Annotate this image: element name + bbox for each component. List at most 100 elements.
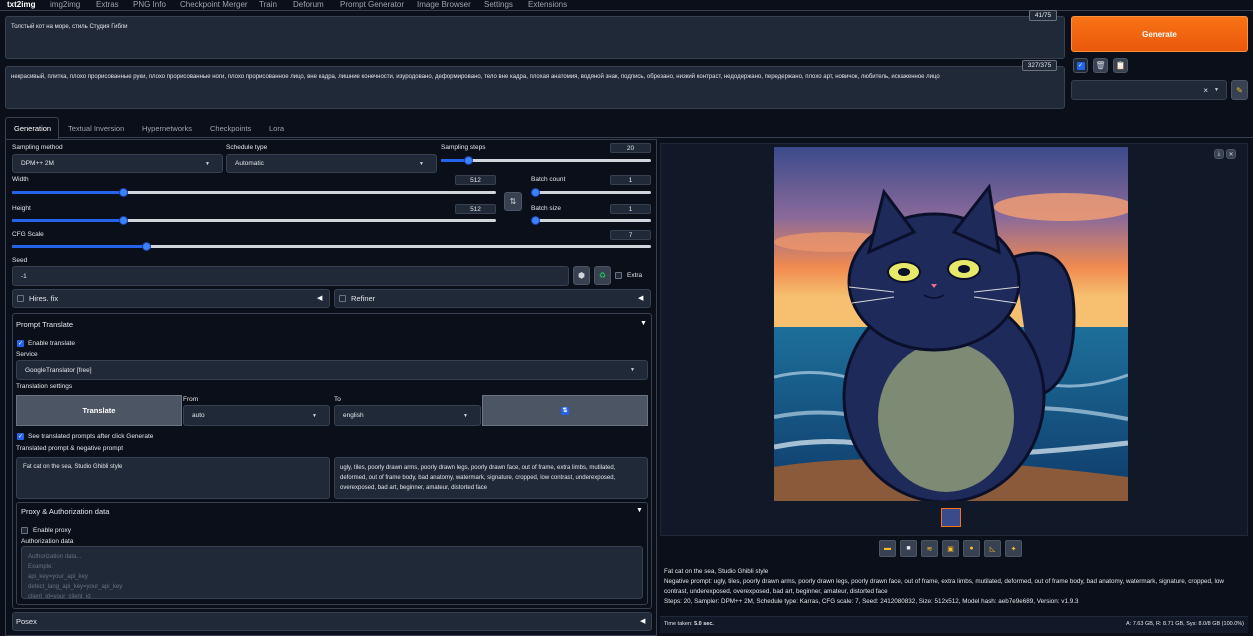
from-language-select[interactable]: auto ▼: [183, 405, 330, 426]
tab-image-browser[interactable]: Image Browser: [417, 0, 471, 9]
folder-icon: ▬: [884, 545, 891, 552]
tab-txt2img[interactable]: txt2img: [7, 0, 35, 9]
send-to-img2img-button[interactable]: ▣: [942, 540, 959, 557]
translated-negative-textarea[interactable]: ugly, tiles, poorly drawn arms, poorly d…: [334, 457, 648, 499]
hires-fix-accordion[interactable]: [12, 289, 330, 308]
enable-translate-label: Enable translate: [28, 340, 75, 347]
slider-handle[interactable]: [464, 156, 473, 165]
download-button[interactable]: ⤓: [1214, 149, 1224, 159]
translate-button[interactable]: Translate: [16, 395, 182, 426]
service-select[interactable]: GoogleTranslator [free] ▼: [16, 360, 648, 380]
swap-dimensions-button[interactable]: ⇅: [504, 192, 522, 211]
translated-prompt-textarea[interactable]: Fat cat on the sea, Studio Ghibli style: [16, 457, 330, 499]
tab-lora[interactable]: Lora: [269, 124, 284, 133]
proxy-title[interactable]: Proxy & Authorization data: [21, 507, 109, 516]
send-to-inpaint-button[interactable]: ●: [963, 540, 980, 557]
cfg-scale-input[interactable]: 7: [610, 230, 651, 240]
cfg-scale-slider[interactable]: [12, 242, 651, 251]
authorization-data-textarea[interactable]: Authorization data... Example: api_key=y…: [21, 546, 643, 599]
read-params-button[interactable]: ✓: [1073, 58, 1088, 73]
tab-extensions[interactable]: Extensions: [528, 0, 567, 9]
see-translated-label: See translated prompts after click Gener…: [28, 433, 154, 440]
clipboard-button[interactable]: 📋: [1113, 58, 1128, 73]
edit-styles-button[interactable]: ✎: [1231, 80, 1248, 100]
enable-proxy-checkbox[interactable]: [21, 527, 28, 534]
slider-handle[interactable]: [531, 188, 540, 197]
enable-translate-checkbox[interactable]: ✓: [17, 340, 24, 347]
zip-icon: ≋: [926, 545, 933, 553]
random-seed-button[interactable]: ⬢: [573, 266, 590, 285]
save-button[interactable]: ■: [900, 540, 917, 557]
sampling-method-label: Sampling method: [12, 144, 63, 151]
tab-train[interactable]: Train: [259, 0, 277, 9]
gallery-thumbnail[interactable]: [941, 508, 961, 527]
send-to-extras-button[interactable]: ◺: [984, 540, 1001, 557]
trash-icon: 🗑: [1095, 61, 1106, 70]
negative-prompt-textarea[interactable]: некрасивый, плитка, плохо прорисованные …: [5, 66, 1065, 109]
see-translated-checkbox[interactable]: ✓: [17, 433, 24, 440]
prompt-translate-title[interactable]: Prompt Translate: [16, 320, 73, 329]
width-input[interactable]: 512: [455, 175, 496, 185]
width-slider[interactable]: [12, 188, 496, 197]
clear-icon[interactable]: ×: [1203, 86, 1208, 95]
extra-seed-checkbox[interactable]: [615, 272, 622, 279]
tab-prompt-generator[interactable]: Prompt Generator: [340, 0, 404, 9]
refiner-checkbox[interactable]: [339, 295, 346, 302]
tab-generation[interactable]: Generation: [14, 124, 51, 133]
upscale-button[interactable]: ✦: [1005, 540, 1022, 557]
sampling-steps-slider[interactable]: [441, 156, 651, 165]
batch-size-input[interactable]: 1: [610, 204, 651, 214]
to-language-select[interactable]: english ▼: [334, 405, 481, 426]
slider-handle[interactable]: [531, 216, 540, 225]
generation-info: Fat cat on the sea, Studio Ghibli style …: [664, 567, 1224, 607]
height-slider[interactable]: [12, 216, 496, 225]
posex-accordion[interactable]: [12, 612, 652, 631]
slider-handle[interactable]: [119, 188, 128, 197]
tab-checkpoint-merger[interactable]: Checkpoint Merger: [180, 0, 248, 9]
tab-extras[interactable]: Extras: [96, 0, 119, 9]
batch-count-input[interactable]: 1: [610, 175, 651, 185]
collapse-icon[interactable]: ◀: [640, 617, 645, 625]
seed-input[interactable]: -1: [12, 266, 569, 286]
translated-label: Translated prompt & negative prompt: [16, 445, 124, 452]
collapse-icon[interactable]: ◀: [638, 294, 643, 302]
tab-deforum[interactable]: Deforum: [293, 0, 324, 9]
trash-button[interactable]: 🗑: [1093, 58, 1108, 73]
top-tab-bar: txt2img img2img Extras PNG Info Checkpoi…: [0, 0, 1253, 11]
slider-handle[interactable]: [119, 216, 128, 225]
styles-select[interactable]: × ▼: [1071, 80, 1227, 100]
fat-cat-illustration: [774, 147, 1128, 501]
hires-fix-checkbox[interactable]: [17, 295, 24, 302]
sampling-steps-input[interactable]: 20: [610, 143, 651, 153]
batch-size-slider[interactable]: [531, 216, 651, 225]
expand-icon[interactable]: ▼: [636, 507, 643, 514]
tab-img2img[interactable]: img2img: [50, 0, 80, 9]
reuse-seed-button[interactable]: ♻: [594, 266, 611, 285]
generated-image[interactable]: [774, 147, 1128, 501]
sparkle-icon: ✦: [1010, 545, 1017, 553]
sampling-method-select[interactable]: DPM++ 2M ▼: [12, 154, 223, 173]
close-button[interactable]: ✕: [1226, 149, 1236, 159]
swap-languages-button[interactable]: ⇅: [482, 395, 648, 426]
collapse-icon[interactable]: ◀: [317, 294, 322, 302]
refiner-accordion[interactable]: [334, 289, 651, 308]
open-folder-button[interactable]: ▬: [879, 540, 896, 557]
tab-textual-inversion[interactable]: Textual Inversion: [68, 124, 124, 133]
height-input[interactable]: 512: [455, 204, 496, 214]
expand-icon[interactable]: ▼: [640, 320, 647, 327]
zip-button[interactable]: ≋: [921, 540, 938, 557]
chevron-down-icon: ▼: [312, 412, 317, 419]
negative-prompt-token-counter: 327/375: [1022, 60, 1057, 71]
tab-png-info[interactable]: PNG Info: [133, 0, 166, 9]
palette-icon: ●: [969, 545, 974, 552]
tab-hypernetworks[interactable]: Hypernetworks: [142, 124, 192, 133]
tab-checkpoints[interactable]: Checkpoints: [210, 124, 251, 133]
prompt-textarea[interactable]: Толстый кот на море, стиль Студия Гибли: [5, 16, 1065, 59]
service-value: GoogleTranslator [free]: [25, 366, 92, 374]
tab-settings[interactable]: Settings: [484, 0, 513, 9]
batch-count-slider[interactable]: [531, 188, 651, 197]
slider-handle[interactable]: [142, 242, 151, 251]
generate-button[interactable]: Generate: [1071, 16, 1248, 52]
schedule-type-select[interactable]: Automatic ▼: [226, 154, 437, 173]
pencil-icon: ✎: [1236, 85, 1243, 95]
